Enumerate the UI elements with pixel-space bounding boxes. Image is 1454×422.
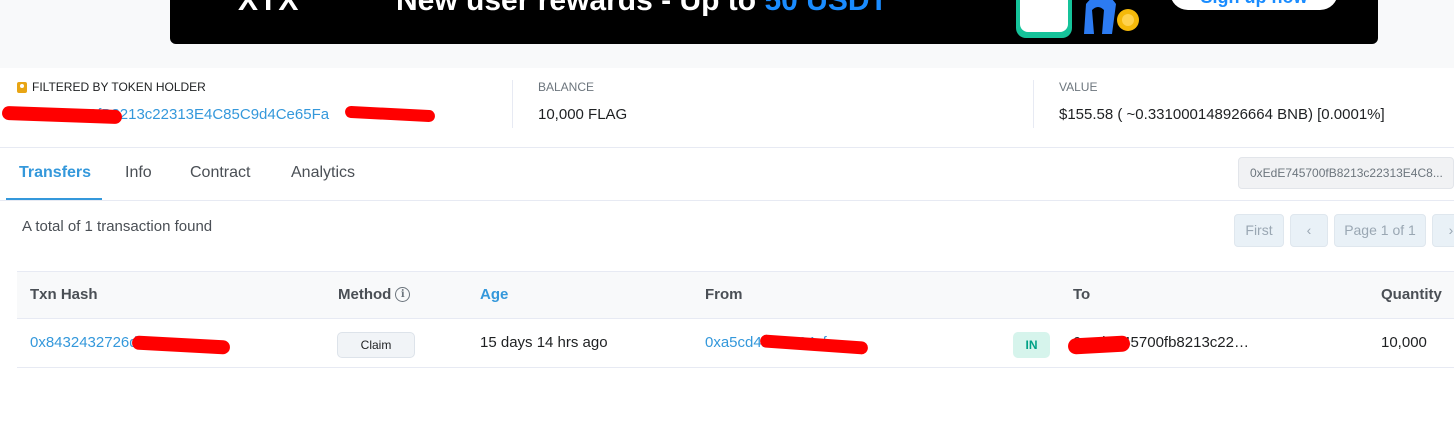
header-txn-hash: Txn Hash	[30, 286, 98, 303]
header-quantity: Quantity	[1381, 286, 1442, 303]
active-tab-indicator	[6, 198, 102, 200]
holder-summary: FILTERED BY TOKEN HOLDER 0xEdE745700fB82…	[0, 68, 1454, 148]
header-method: Method i	[338, 286, 411, 303]
value-label: VALUE	[1059, 80, 1098, 94]
holder-label-text: FILTERED BY TOKEN HOLDER	[32, 80, 206, 94]
pager-prev-button[interactable]: ‹	[1290, 214, 1328, 247]
txn-hash-link[interactable]: 0x8432432726d5	[30, 334, 146, 351]
promo-banner[interactable]: XTX New user rewards - Up to 50 USDT Sig…	[170, 0, 1378, 44]
value-column: VALUE $155.58 ( ~0.331000148926664 BNB) …	[1059, 80, 1385, 123]
transfers-table-header: Txn Hash Method i Age From To Quantity	[17, 271, 1454, 319]
info-icon[interactable]: i	[395, 287, 411, 302]
header-from: From	[705, 286, 743, 303]
balance-column: BALANCE 10,000 FLAG	[538, 80, 627, 123]
divider	[1033, 80, 1034, 128]
balance-label: BALANCE	[538, 80, 595, 94]
banner-headline: New user rewards - Up to 50 USDT	[396, 0, 888, 18]
filter-address-chip[interactable]: 0xEdE745700fB8213c22313E4C8...	[1238, 157, 1454, 189]
pager-page-indicator: Page 1 of 1	[1334, 214, 1426, 247]
header-to: To	[1073, 286, 1091, 303]
pager-next-button[interactable]: ›	[1432, 214, 1454, 247]
banner-headline-text: New user rewards	[396, 0, 653, 17]
age-value: 15 days 14 hrs ago	[480, 334, 608, 351]
tab-contract[interactable]: Contract	[190, 164, 250, 182]
header-method-label: Method	[338, 286, 392, 303]
table-row: 0x8432432726d5 Claim 15 days 14 hrs ago …	[17, 320, 1454, 368]
tab-bar: Transfers Info Contract Analytics	[0, 150, 1454, 201]
pager-first-button[interactable]: First	[1234, 214, 1284, 247]
quantity-value: 10,000	[1381, 334, 1427, 351]
banner-illustration-icon	[1016, 0, 1139, 38]
transaction-count-text: A total of 1 transaction found	[22, 218, 213, 235]
tab-analytics[interactable]: Analytics	[291, 164, 355, 182]
banner-headline-prefix: Up to	[679, 0, 757, 17]
header-age[interactable]: Age	[480, 286, 508, 303]
holder-label: FILTERED BY TOKEN HOLDER	[17, 80, 329, 94]
balance-value: 10,000 FLAG	[538, 106, 628, 123]
tab-info[interactable]: Info	[125, 164, 152, 182]
divider	[512, 80, 513, 128]
ad-banner-area: XTX New user rewards - Up to 50 USDT Sig…	[0, 0, 1454, 68]
method-badge: Claim	[337, 332, 415, 358]
redaction-mark	[344, 105, 436, 123]
token-holder-icon	[17, 81, 27, 93]
direction-badge: IN	[1013, 332, 1050, 358]
redaction-mark	[1067, 335, 1131, 355]
value-amount: $155.58 ( ~0.331000148926664 BNB) [0.000…	[1059, 106, 1385, 123]
banner-headline-dash: -	[661, 0, 680, 17]
banner-brand-logo: XTX	[238, 0, 300, 17]
banner-signup-button[interactable]: Sign up now	[1170, 0, 1338, 10]
banner-headline-amount: 50 USDT	[764, 0, 888, 17]
tab-transfers[interactable]: Transfers	[19, 164, 91, 182]
